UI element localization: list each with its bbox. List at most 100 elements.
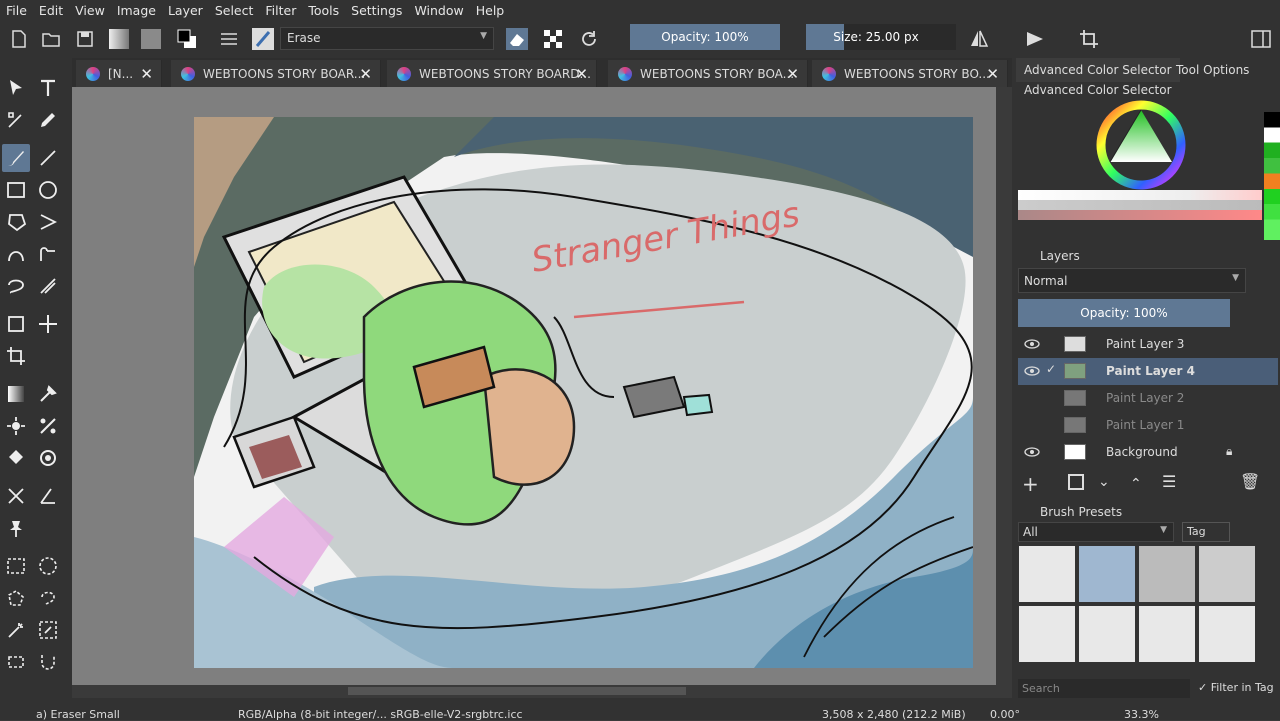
preset-marker[interactable] xyxy=(1198,605,1256,663)
artwork-canvas[interactable]: Stranger Things xyxy=(194,117,973,668)
smart-patch-tool-icon[interactable] xyxy=(2,412,30,440)
blend-mode-select[interactable]: Normal ▼ xyxy=(1018,268,1246,293)
text-tool-icon[interactable] xyxy=(34,74,62,102)
contiguous-selection-icon[interactable] xyxy=(2,616,30,644)
preset-filter-select[interactable]: All ▼ xyxy=(1018,522,1174,542)
scrollbar-thumb[interactable] xyxy=(348,687,686,695)
pattern-swatch-icon[interactable] xyxy=(140,28,162,50)
menu-file[interactable]: File xyxy=(0,3,33,18)
reference-image-tool-icon[interactable] xyxy=(2,514,30,542)
eye-icon[interactable] xyxy=(1024,336,1040,352)
preset-ink-pen[interactable] xyxy=(1018,605,1076,663)
select-shapes-tool-icon[interactable] xyxy=(2,74,30,102)
vertical-scrollbar[interactable] xyxy=(996,87,1010,685)
docker-toggle-icon[interactable] xyxy=(1250,28,1272,50)
ellipse-tool-icon[interactable] xyxy=(34,176,62,204)
menu-tools[interactable]: Tools xyxy=(302,3,345,18)
hue-slider[interactable] xyxy=(1018,210,1262,220)
line-tool-icon[interactable] xyxy=(34,144,62,172)
preset-airbrush[interactable] xyxy=(1198,545,1256,603)
close-icon[interactable]: ✕ xyxy=(359,65,372,83)
tab-advanced-color-selector[interactable]: Advanced Color Selector xyxy=(1016,58,1180,82)
brush-preset-icon[interactable] xyxy=(252,28,274,50)
eye-icon[interactable] xyxy=(1024,363,1040,379)
close-icon[interactable]: ✕ xyxy=(986,65,999,83)
document-tab[interactable]: WEBTOONS STORY BOAR... ✕ xyxy=(171,60,381,87)
layer-properties-icon[interactable]: ☰ xyxy=(1162,472,1176,491)
color-picker-tool-icon[interactable] xyxy=(34,380,62,408)
gradient-tool-icon[interactable] xyxy=(2,380,30,408)
preset-eraser[interactable] xyxy=(1018,545,1076,603)
document-tab[interactable]: WEBTOONS STORY BOA... ✕ xyxy=(608,60,808,87)
crop-tool-icon[interactable] xyxy=(2,342,30,370)
polygonal-selection-icon[interactable] xyxy=(2,584,30,612)
foreground-background-color-icon[interactable] xyxy=(176,28,198,50)
tab-tool-options[interactable]: Tool Options xyxy=(1168,58,1257,82)
gradient-swatch-icon[interactable] xyxy=(108,28,130,50)
value-slider[interactable] xyxy=(1018,190,1262,200)
open-folder-icon[interactable] xyxy=(40,28,62,50)
bezier-curve-tool-icon[interactable] xyxy=(2,240,30,268)
polyline-tool-icon[interactable] xyxy=(34,208,62,236)
freehand-path-tool-icon[interactable] xyxy=(34,240,62,268)
color-history[interactable] xyxy=(1264,112,1280,240)
layer-row[interactable]: Paint Layer 3 xyxy=(1018,331,1278,358)
opacity-slider[interactable]: Opacity: 100% xyxy=(630,24,780,50)
calligraphy-tool-icon[interactable] xyxy=(34,106,62,134)
menu-settings[interactable]: Settings xyxy=(345,3,408,18)
add-layer-icon[interactable]: + xyxy=(1022,472,1039,496)
fill-tool-icon[interactable] xyxy=(2,444,30,472)
layer-row[interactable]: ✓ Paint Layer 4 xyxy=(1018,358,1278,385)
preserve-alpha-icon[interactable] xyxy=(542,28,564,50)
preset-pencil[interactable] xyxy=(1138,605,1196,663)
menu-view[interactable]: View xyxy=(69,3,111,18)
similar-color-selection-icon[interactable] xyxy=(34,616,62,644)
menu-image[interactable]: Image xyxy=(111,3,162,18)
edit-shapes-tool-icon[interactable] xyxy=(2,106,30,134)
horizontal-scrollbar[interactable] xyxy=(72,685,996,697)
preset-blur[interactable] xyxy=(1138,545,1196,603)
assistant-tool-icon[interactable] xyxy=(34,412,62,440)
menu-help[interactable]: Help xyxy=(470,3,511,18)
crop-tool-icon[interactable] xyxy=(1078,28,1100,50)
zoom-level[interactable]: 33.3% xyxy=(1124,708,1159,721)
new-document-icon[interactable] xyxy=(8,28,30,50)
preset-ink-brush[interactable] xyxy=(1078,605,1136,663)
blending-mode-select[interactable]: Erase ▼ xyxy=(280,27,494,50)
duplicate-layer-icon[interactable] xyxy=(1068,474,1084,490)
rectangle-tool-icon[interactable] xyxy=(2,176,30,204)
eye-icon[interactable] xyxy=(1024,444,1040,460)
menu-window[interactable]: Window xyxy=(408,3,469,18)
document-tab[interactable]: [N... ✕ xyxy=(76,60,162,87)
menu-select[interactable]: Select xyxy=(209,3,260,18)
reload-preset-icon[interactable] xyxy=(578,28,600,50)
check-icon[interactable]: ✓ xyxy=(1046,362,1056,376)
polygon-tool-icon[interactable] xyxy=(2,208,30,236)
move-layer-down-icon[interactable]: ⌄ xyxy=(1098,474,1110,490)
saturation-slider[interactable] xyxy=(1018,200,1262,210)
mirror-horizontal-icon[interactable] xyxy=(968,28,990,50)
lock-icon[interactable]: 🔒︎ xyxy=(1226,444,1232,459)
size-slider[interactable]: Size: 25.00 px xyxy=(806,24,956,50)
brush-settings-icon[interactable] xyxy=(218,28,240,50)
document-tab[interactable]: WEBTOONS STORY BO... ✕ xyxy=(812,60,1008,87)
bezier-selection-icon[interactable] xyxy=(2,648,30,676)
color-wheel[interactable] xyxy=(1096,100,1186,190)
transform-tool-icon[interactable] xyxy=(2,310,30,338)
menu-filter[interactable]: Filter xyxy=(259,3,302,18)
eraser-mode-icon[interactable] xyxy=(506,28,528,50)
filter-in-tag-checkbox[interactable]: ✓ Filter in Tag xyxy=(1198,681,1274,694)
document-tab[interactable]: WEBTOONS STORY BOARD... ✕ xyxy=(387,60,597,87)
move-tool-icon[interactable] xyxy=(34,310,62,338)
close-icon[interactable]: ✕ xyxy=(575,65,588,83)
multibrush-tool-icon[interactable] xyxy=(34,272,62,300)
rectangular-selection-icon[interactable] xyxy=(2,552,30,580)
menu-layer[interactable]: Layer xyxy=(162,3,209,18)
layer-opacity-slider[interactable]: Opacity: 100% xyxy=(1018,299,1230,327)
dynamic-brush-tool-icon[interactable] xyxy=(2,272,30,300)
canvas-viewport[interactable]: Stranger Things xyxy=(72,87,996,685)
layer-row[interactable]: Background 🔒︎ xyxy=(1018,439,1278,466)
tag-button[interactable]: Tag xyxy=(1182,522,1230,542)
enclose-fill-tool-icon[interactable] xyxy=(34,444,62,472)
angle-tool-icon[interactable] xyxy=(34,482,62,510)
